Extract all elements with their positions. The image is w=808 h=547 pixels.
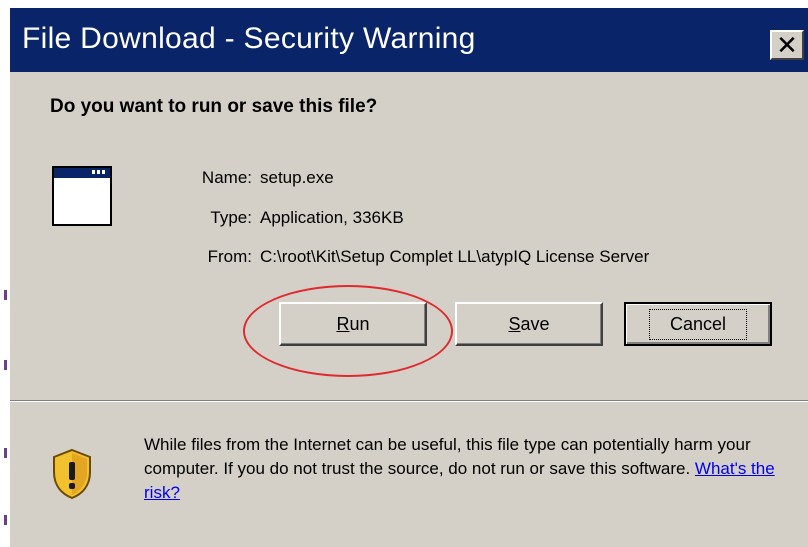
name-value: setup.exe <box>260 168 334 187</box>
title-bar[interactable]: File Download - Security Warning ✕ <box>10 8 808 72</box>
security-shield-icon <box>53 448 91 500</box>
run-mnemonic: R <box>336 313 350 334</box>
warning-text: While files from the Internet can be use… <box>144 435 751 478</box>
background-strip <box>0 0 8 547</box>
dialog-title: File Download - Security Warning <box>22 22 476 55</box>
application-window-icon <box>52 166 112 226</box>
security-warning-dialog: File Download - Security Warning ✕ Do yo… <box>8 6 808 547</box>
cancel-label: Cancel <box>648 308 748 340</box>
from-label: From: <box>207 247 252 266</box>
file-from-row: From: C:\root\Kit\Setup Complet LL\atypIQ… <box>174 247 650 267</box>
question-text: Do you want to run or save this file? <box>50 96 378 117</box>
run-button[interactable]: Run <box>279 302 427 346</box>
run-label: un <box>349 313 370 334</box>
strip-marker <box>4 290 7 300</box>
close-button[interactable]: ✕ <box>770 30 804 60</box>
close-icon: ✕ <box>776 30 798 60</box>
separator-line <box>10 400 808 402</box>
save-mnemonic: S <box>508 313 521 334</box>
save-button[interactable]: Save <box>455 302 603 346</box>
save-label: ave <box>520 313 550 334</box>
file-name-row: Name: setup.exe <box>174 168 334 188</box>
name-label: Name: <box>201 168 252 187</box>
warning-message: While files from the Internet can be use… <box>144 433 794 505</box>
strip-marker <box>4 360 7 370</box>
type-label: Type: <box>210 208 252 227</box>
strip-marker <box>4 448 7 458</box>
file-type-row: Type: Application, 336KB <box>174 208 404 228</box>
strip-marker <box>4 515 7 525</box>
from-value: C:\root\Kit\Setup Complet LL\atypIQ Lice… <box>260 247 650 266</box>
type-value: Application, 336KB <box>260 208 404 227</box>
cancel-button[interactable]: Cancel <box>624 302 772 346</box>
